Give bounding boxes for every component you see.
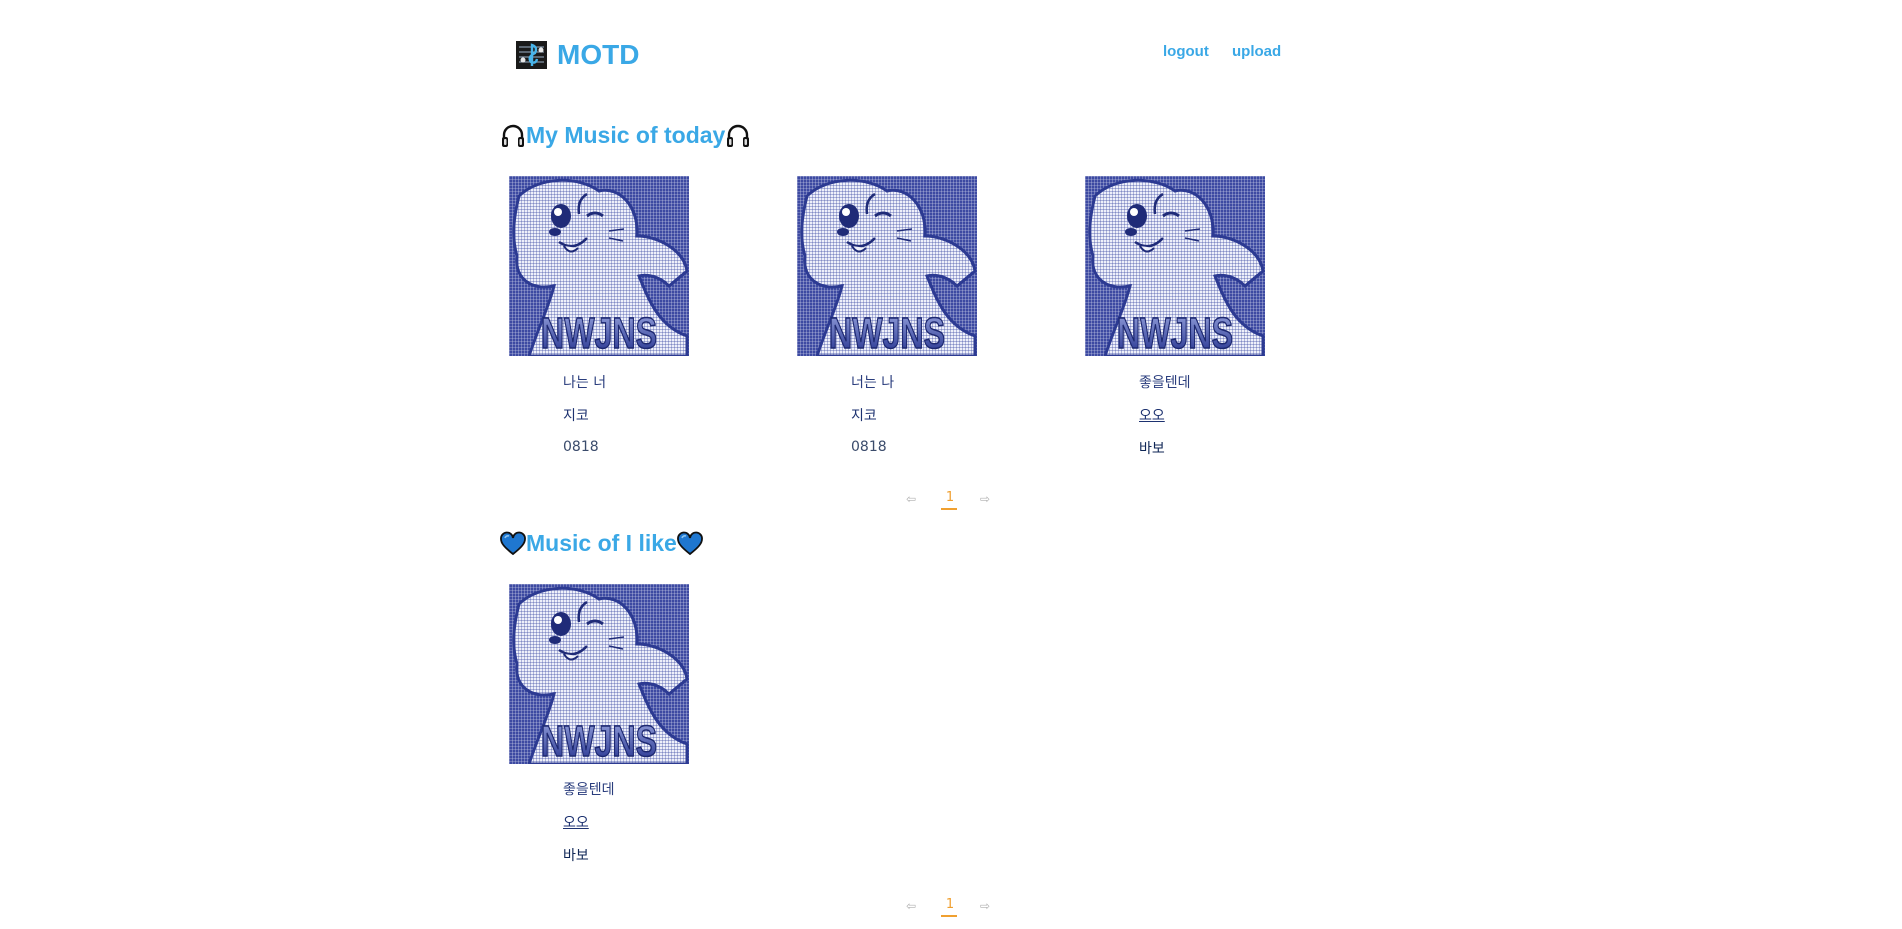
song-artist: 지코 <box>851 408 877 424</box>
next-page-button[interactable]: ⇨ <box>980 899 990 913</box>
song-user: 바보 <box>563 848 589 864</box>
active-page-indicator <box>941 508 957 510</box>
page-number[interactable]: 1 <box>942 897 958 912</box>
heart-icon <box>677 531 703 557</box>
song-user: 0818 <box>851 439 887 455</box>
upload-link[interactable]: upload <box>1232 43 1281 60</box>
site-header: MOTD logout upload <box>0 0 1902 100</box>
headphones-icon <box>725 123 751 149</box>
song-artist[interactable]: 오오 <box>563 812 589 832</box>
music-notes-icon <box>516 41 547 69</box>
next-page-button[interactable]: ⇨ <box>980 492 990 506</box>
prev-page-button[interactable]: ⇦ <box>906 899 916 913</box>
heart-icon <box>500 531 526 557</box>
song-title: 나는 너 <box>563 375 607 391</box>
song-artist[interactable]: 오오 <box>1139 405 1165 425</box>
logo-text: MOTD <box>557 38 640 70</box>
liked-section-title: Music of I like <box>500 530 703 557</box>
headphones-icon <box>500 123 526 149</box>
song-title: 너는 나 <box>851 375 895 391</box>
song-artist: 지코 <box>563 408 589 424</box>
song-title: 좋을텐데 <box>563 782 615 798</box>
song-title: 좋을텐데 <box>1139 375 1191 391</box>
album-cover-image[interactable] <box>1085 176 1265 356</box>
today-section-title: My Music of today <box>500 122 751 149</box>
liked-pagination: ⇦ 1 ⇨ <box>906 897 996 929</box>
page-number[interactable]: 1 <box>942 490 958 505</box>
site-logo[interactable]: MOTD <box>515 38 639 71</box>
song-user: 바보 <box>1139 441 1165 457</box>
album-cover-image[interactable] <box>797 176 977 356</box>
logout-link[interactable]: logout <box>1163 43 1209 60</box>
album-cover-image[interactable] <box>509 176 689 356</box>
liked-title-text: Music of I like <box>526 530 677 556</box>
album-cover-image[interactable] <box>509 584 689 764</box>
today-pagination: ⇦ 1 ⇨ <box>906 490 996 522</box>
song-user: 0818 <box>563 439 599 455</box>
today-title-text: My Music of today <box>526 122 726 148</box>
prev-page-button[interactable]: ⇦ <box>906 492 916 506</box>
active-page-indicator <box>941 915 957 917</box>
